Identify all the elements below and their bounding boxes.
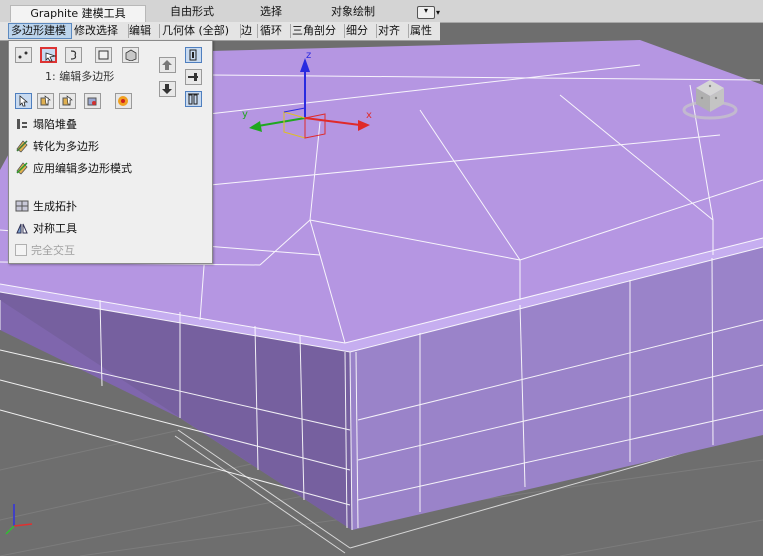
border-button[interactable] — [65, 47, 82, 63]
backface-icon — [87, 97, 97, 106]
collapse-stack-icon — [17, 119, 27, 129]
border-icon — [70, 50, 77, 60]
panel-modify-selection[interactable]: 修改选择 — [72, 24, 129, 38]
arrow-down-icon — [162, 84, 172, 94]
stack-up-button[interactable] — [159, 57, 176, 73]
vertex-button[interactable] — [15, 47, 32, 63]
vertex-icon — [18, 51, 28, 59]
generate-topology-icon — [15, 200, 29, 212]
ignore-backfacing-button[interactable] — [84, 93, 101, 109]
select-by-angle-button[interactable] — [59, 93, 76, 109]
pin-icon — [188, 73, 198, 81]
show-result-icon — [189, 49, 197, 61]
select-by-vertex-button[interactable] — [37, 93, 54, 109]
symmetry-tools-icon — [16, 223, 28, 234]
axis-tripod-icon — [5, 504, 33, 535]
edge-icon — [45, 52, 56, 62]
panel-edges[interactable]: 边 — [239, 24, 258, 38]
polygon-modeling-dropdown: 1: 编辑多边形 塌陷堆叠 转化为多边形 应用编辑多边形模式 生成拓扑 对称工具… — [8, 40, 213, 264]
collapse-stack-label: 塌陷堆叠 — [33, 118, 77, 131]
full-interactivity-checkbox[interactable] — [15, 244, 27, 256]
axis-tripod — [2, 498, 42, 538]
ribbon-panel-bar: 多边形建模 修改选择 编辑 几何体 (全部) 边 循环 三角剖分 细分 对齐 属… — [0, 22, 440, 41]
convert-to-poly-label: 转化为多边形 — [33, 140, 99, 153]
viewcube-icon[interactable] — [680, 72, 740, 124]
tab-selection[interactable]: 选择 — [259, 4, 283, 20]
cursor-icon — [19, 95, 29, 107]
make-unique-button[interactable] — [185, 91, 202, 107]
generate-topology-label: 生成拓扑 — [33, 200, 77, 213]
generate-topology-item[interactable]: 生成拓扑 — [15, 199, 77, 215]
edge-button[interactable] — [40, 47, 57, 63]
full-interactivity-label: 完全交互 — [31, 244, 75, 257]
make-unique-icon — [188, 93, 199, 105]
pin-stack-button[interactable] — [185, 69, 202, 85]
collapse-stack-item[interactable]: 塌陷堆叠 — [15, 117, 77, 133]
panel-triangulation[interactable]: 三角剖分 — [290, 24, 345, 38]
apply-edit-poly-icon — [16, 162, 28, 175]
modifier-stack-label[interactable]: 1: 编辑多边形 — [45, 68, 114, 84]
polygon-button[interactable] — [95, 47, 112, 63]
polygon-icon — [98, 50, 109, 60]
gizmo-z-label: z — [306, 50, 311, 61]
panel-align[interactable]: 对齐 — [376, 24, 409, 38]
select-vertex-icon — [40, 95, 51, 106]
chevron-down-icon[interactable]: ▾ — [434, 5, 442, 21]
apply-edit-poly-item[interactable]: 应用编辑多边形模式 — [15, 161, 132, 177]
stack-down-button[interactable] — [159, 81, 176, 97]
viewcube[interactable] — [680, 72, 740, 124]
element-button[interactable] — [122, 47, 139, 63]
convert-poly-icon — [16, 140, 28, 153]
soft-selection-button[interactable] — [115, 93, 132, 109]
tab-freeform[interactable]: 自由形式 — [170, 4, 214, 20]
panel-polygon-modeling[interactable]: 多边形建模 — [8, 23, 72, 39]
panel-edit[interactable]: 编辑 — [127, 24, 160, 38]
gizmo-y-label: y — [242, 109, 248, 120]
symmetry-tools-label: 对称工具 — [33, 222, 77, 235]
apply-edit-poly-label: 应用编辑多边形模式 — [33, 162, 132, 175]
ribbon-tab-bar: Graphite 建模工具 自由形式 选择 对象绘制 ▾ ▾ — [0, 0, 763, 23]
tab-graphite-modeling[interactable]: Graphite 建模工具 — [10, 5, 146, 22]
panel-loops[interactable]: 循环 — [258, 24, 291, 38]
show-end-result-button[interactable] — [185, 47, 202, 63]
symmetry-tools-item[interactable]: 对称工具 — [15, 221, 77, 237]
full-interactivity-item[interactable]: 完全交互 — [15, 243, 75, 259]
panel-properties[interactable]: 属性 — [408, 24, 440, 38]
tab-object-paint[interactable]: 对象绘制 — [330, 4, 376, 20]
select-angle-icon — [62, 95, 73, 106]
gizmo-x-label: x — [366, 110, 372, 121]
element-icon — [125, 49, 137, 61]
panel-subdivision[interactable]: 细分 — [344, 24, 377, 38]
arrow-up-icon — [162, 60, 172, 70]
select-mode-button[interactable] — [15, 93, 32, 109]
expand-toggle-icon[interactable]: ▾ — [417, 6, 435, 19]
convert-to-poly-item[interactable]: 转化为多边形 — [15, 139, 99, 155]
panel-geometry-all[interactable]: 几何体 (全部) — [160, 24, 241, 38]
soft-selection-icon — [118, 96, 128, 106]
